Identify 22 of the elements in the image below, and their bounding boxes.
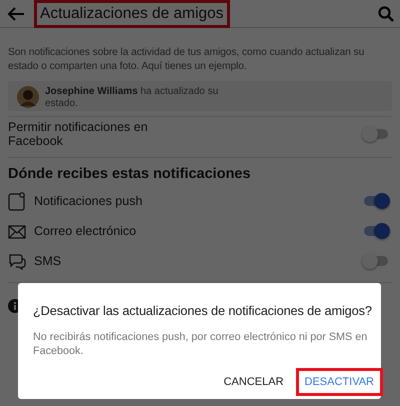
chat-bubbles-icon [8, 252, 26, 270]
toggle-switch[interactable] [362, 253, 388, 269]
toggle-switch[interactable] [362, 193, 388, 209]
back-button[interactable] [7, 6, 25, 22]
cancel-button[interactable]: CANCELAR [214, 368, 293, 396]
channel-label: Correo electrónico [34, 224, 138, 238]
phone-frame-icon [8, 192, 26, 210]
setting-label: Permitir notificaciones en Facebook [8, 120, 149, 148]
page-title: Actualizaciones de amigos [34, 0, 230, 28]
search-button[interactable] [378, 6, 394, 22]
section-heading: Dónde recibes estas notificaciones [8, 166, 252, 182]
dialog-title: ¿Desactivar las actualizaciones de notificaciones de amigos? [33, 303, 371, 318]
dialog-message: No recibirás notificaciones push, por correo electrónico ni por SMS en Facebook. [33, 330, 368, 358]
deactivate-button[interactable]: DESACTIVAR [296, 368, 383, 396]
toggle-switch[interactable] [362, 126, 388, 142]
example-text: Josephine Williams ha actualizado su estado. [45, 86, 220, 110]
toggle-switch[interactable] [362, 223, 388, 239]
channel-label: SMS [34, 254, 62, 268]
channel-label: Notificaciones push [34, 194, 144, 208]
back-arrow-icon [7, 6, 25, 22]
description-text: Son notificaciones sobre la actividad de tus amigos, como cuando actualizan su estado o comparten una foto. Aquí tienes un ejemplo. [8, 46, 366, 74]
search-icon [378, 6, 394, 22]
